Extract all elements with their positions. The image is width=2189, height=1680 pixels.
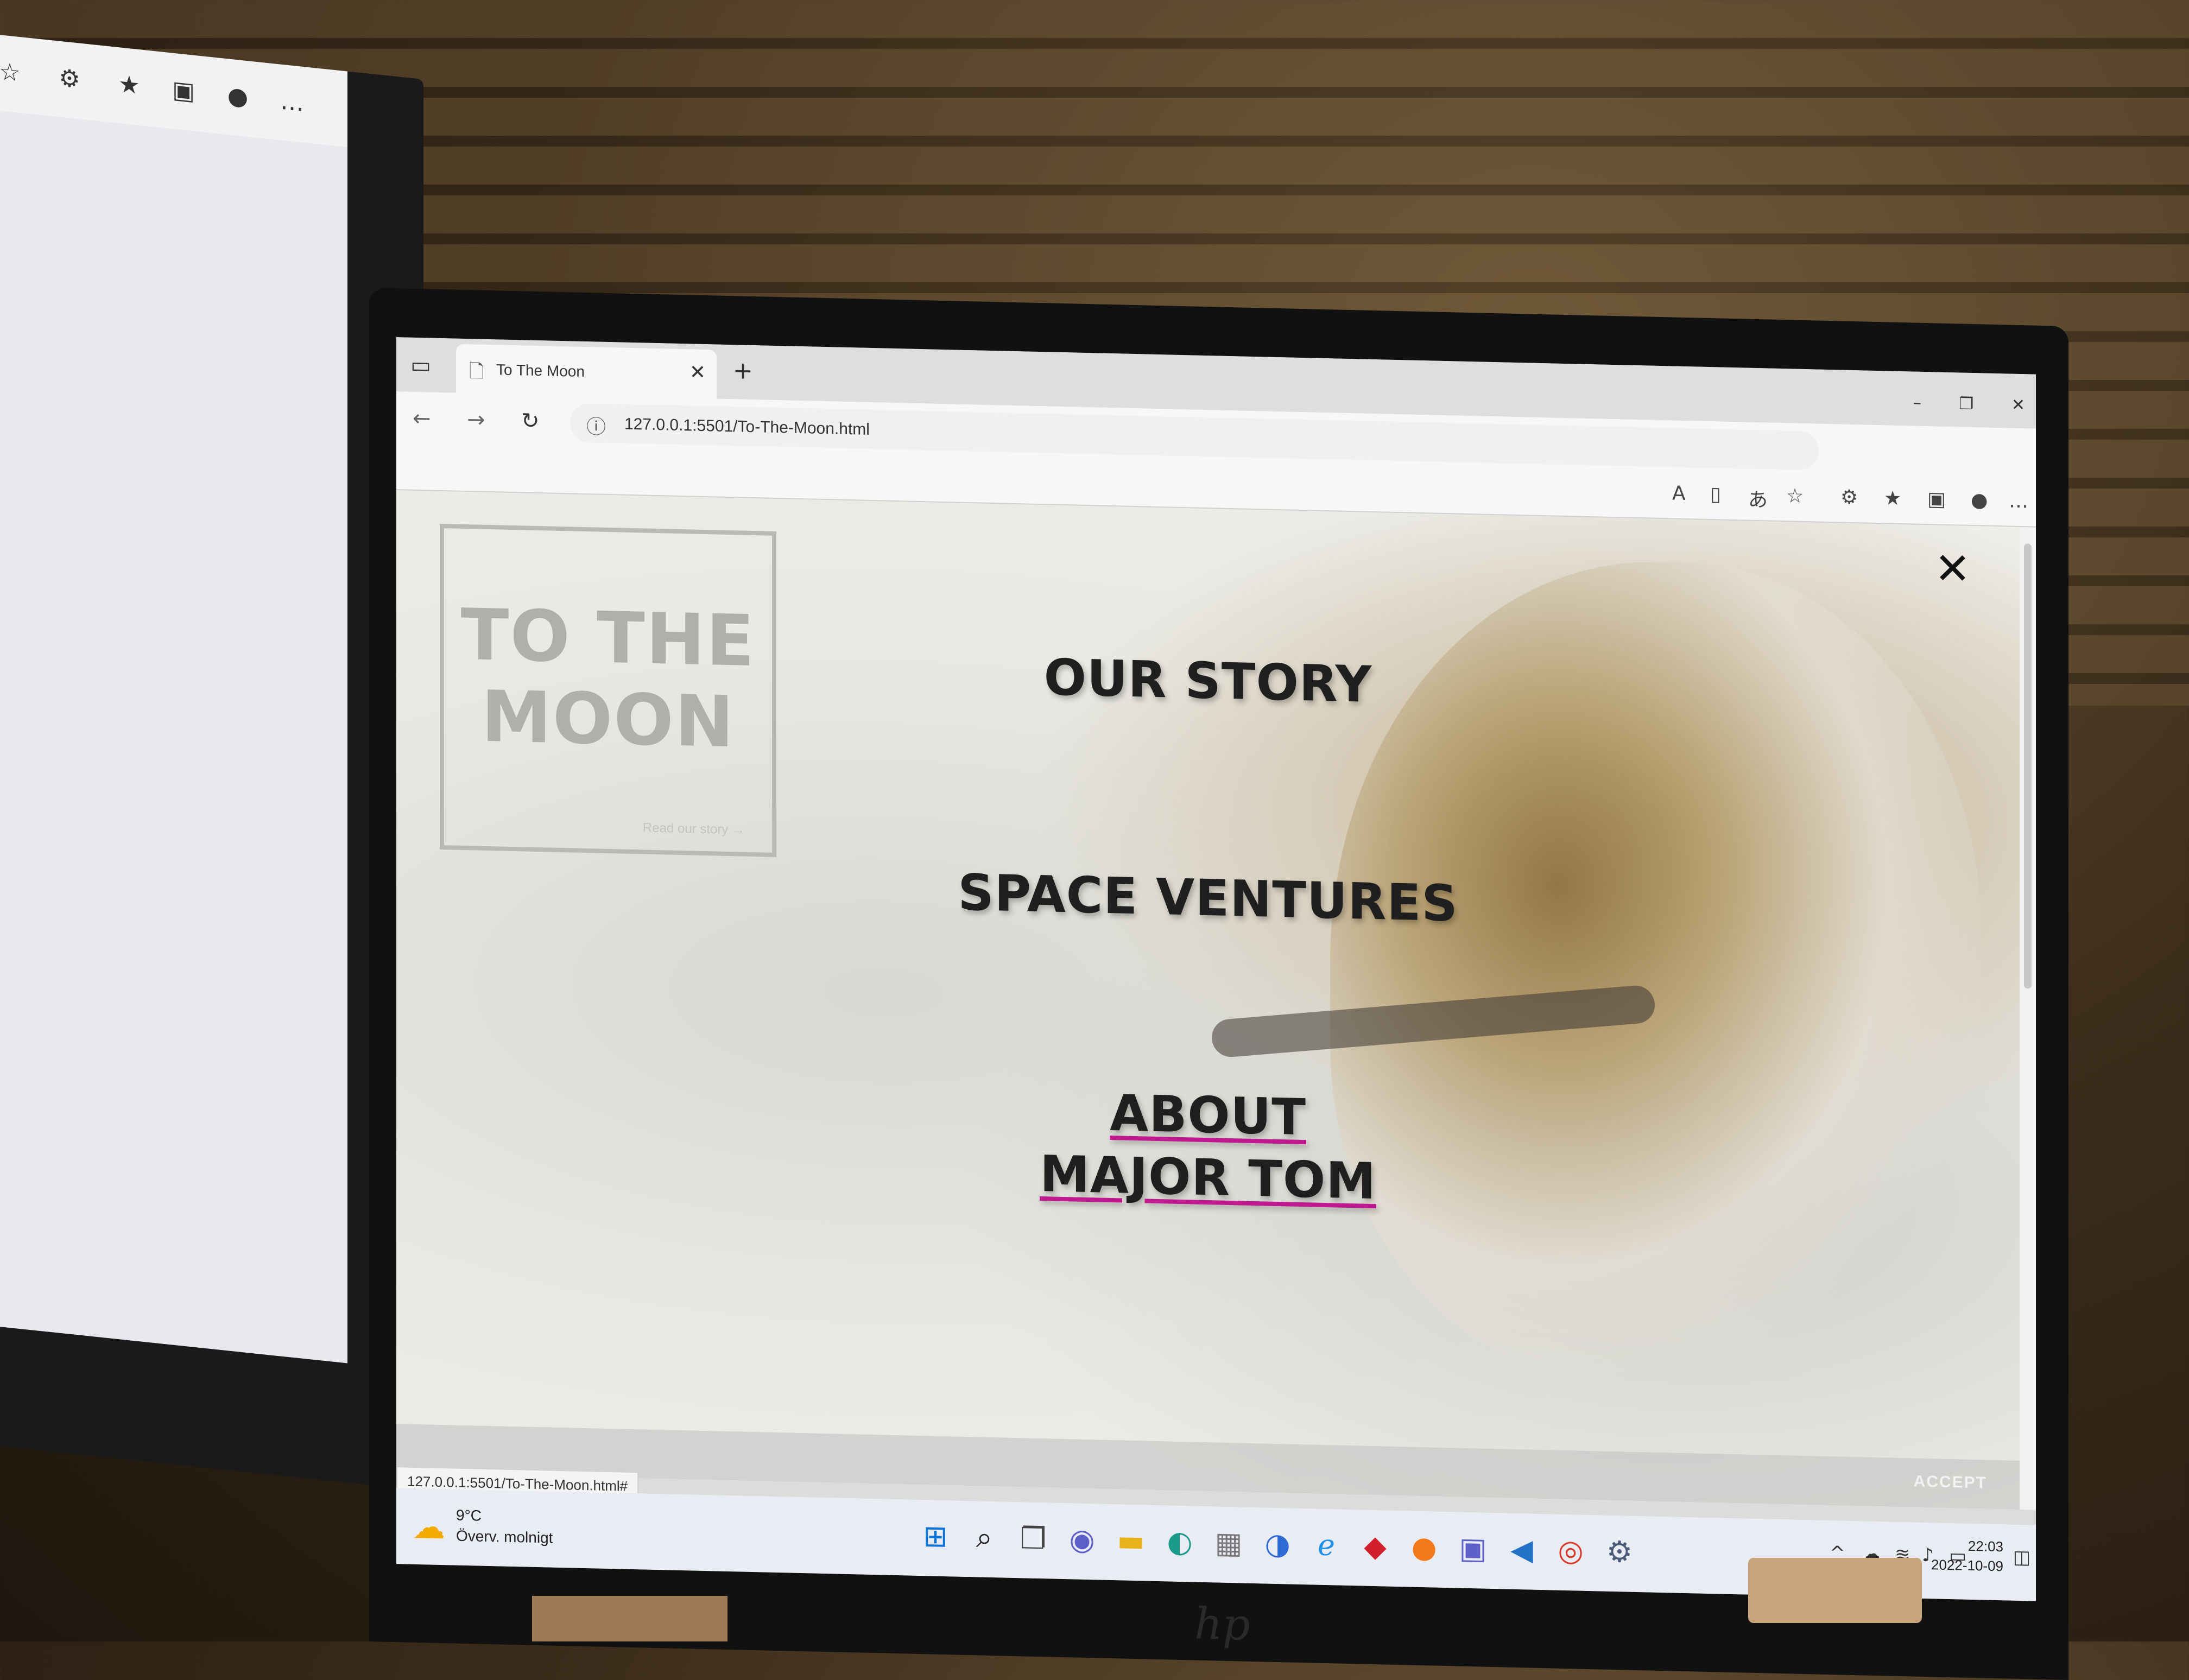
tab-actions-icon[interactable]: ▭ xyxy=(407,352,434,379)
more-icon[interactable]: … xyxy=(2009,490,2028,513)
new-tab-icon[interactable]: + xyxy=(733,357,753,385)
read-aloud-icon[interactable]: A xyxy=(1672,482,1686,505)
secondary-monitor: ☆ ⚙ ★ ▣ ● … xyxy=(0,33,423,1491)
edge-icon[interactable]: ◐ xyxy=(1162,1524,1198,1560)
restore-icon[interactable]: ❐ xyxy=(1959,394,1973,414)
page-viewport: TO THE MOON Read our story → ✕ OUR STORY… xyxy=(396,490,2020,1510)
menu-label-line-2[interactable]: MAJOR TOM xyxy=(1040,1143,1376,1213)
search-icon[interactable]: ⌕ xyxy=(966,1519,1002,1556)
back-icon[interactable]: ← xyxy=(413,406,431,432)
close-window-icon[interactable]: ✕ xyxy=(2011,396,2025,415)
weather-temp: 9°C xyxy=(456,1506,482,1524)
info-icon[interactable]: ⓘ xyxy=(586,411,606,440)
teams-chat-icon[interactable]: ◉ xyxy=(1064,1521,1100,1558)
file-explorer-icon[interactable]: ▬ xyxy=(1113,1523,1149,1559)
menu-label-line-1[interactable]: ABOUT xyxy=(1110,1082,1306,1149)
internet-explorer-icon[interactable]: ℯ xyxy=(1308,1527,1344,1563)
collections-icon[interactable]: ▣ xyxy=(168,74,199,108)
partly-cloudy-icon: ☁ xyxy=(413,1507,445,1547)
hp-logo: hp xyxy=(1194,1598,1250,1650)
profile-icon[interactable]: ● xyxy=(1971,489,1988,512)
favorites-icon[interactable]: ★ xyxy=(114,68,144,102)
vscode-icon[interactable]: ◀ xyxy=(1504,1531,1540,1568)
mcafee-icon[interactable]: ◆ xyxy=(1357,1528,1393,1564)
close-tab-icon[interactable]: ✕ xyxy=(689,361,706,384)
window-controls: – ❐ ✕ xyxy=(1881,392,2025,415)
close-menu-icon[interactable]: ✕ xyxy=(1934,543,1971,594)
extensions-icon[interactable]: ⚙ xyxy=(54,62,85,96)
collections-icon[interactable]: ▣ xyxy=(1927,488,1946,511)
clock-time[interactable]: 22:03 xyxy=(1968,1538,2003,1555)
add-favorite-icon[interactable]: ☆ xyxy=(1786,485,1804,508)
firefox-icon[interactable]: ● xyxy=(1406,1529,1442,1565)
desk-object xyxy=(1748,1558,1922,1623)
left-browser-page xyxy=(0,109,347,1364)
profile-icon[interactable]: ● xyxy=(223,80,253,113)
refresh-icon[interactable]: ↻ xyxy=(521,408,540,434)
immersive-reader-icon[interactable]: ▯ xyxy=(1710,483,1721,505)
favorite-star-icon[interactable]: ☆ xyxy=(0,56,25,90)
weather-desc: Överv. molnigt xyxy=(456,1527,553,1546)
laptop-screen: ▭ 🗋 To The Moon ✕ + ← → ↻ ⓘ 127.0.0.1:55… xyxy=(396,337,2036,1601)
scroll-thumb[interactable] xyxy=(2024,543,2032,989)
edge-dev-icon[interactable]: ◑ xyxy=(1260,1526,1295,1562)
extensions-icon[interactable]: ⚙ xyxy=(1840,486,1858,509)
tab-active[interactable]: 🗋 To The Moon ✕ xyxy=(456,344,717,399)
favorites-icon[interactable]: ★ xyxy=(1884,487,1901,510)
menu-label[interactable]: SPACE VENTURES xyxy=(958,864,1458,933)
clock-date[interactable]: 2022-10-09 xyxy=(1931,1556,2003,1575)
settings-icon[interactable]: ⚙ xyxy=(1602,1534,1637,1570)
scrollbar[interactable] xyxy=(2020,527,2036,1510)
laptop: ▭ 🗋 To The Moon ✕ + ← → ↻ ⓘ 127.0.0.1:55… xyxy=(369,288,2068,1680)
minimize-icon[interactable]: – xyxy=(1913,394,1921,413)
translate-icon[interactable]: あ xyxy=(1748,484,1768,513)
url-text[interactable]: 127.0.0.1:5501/To-The-Moon.html xyxy=(624,415,870,439)
forward-icon[interactable]: → xyxy=(467,407,485,433)
windows-start-icon[interactable]: ⊞ xyxy=(918,1518,953,1555)
more-icon[interactable]: … xyxy=(277,86,307,119)
read-story-link[interactable]: Read our story → xyxy=(643,820,745,838)
chrome-icon[interactable]: ◎ xyxy=(1553,1532,1589,1569)
task-view-icon[interactable]: ❐ xyxy=(1015,1520,1051,1557)
store-icon[interactable]: ▦ xyxy=(1211,1525,1247,1561)
tab-title: To The Moon xyxy=(496,361,585,381)
teams-icon[interactable]: ▣ xyxy=(1455,1530,1491,1567)
desk-object xyxy=(532,1596,727,1641)
page-icon: 🗋 xyxy=(469,360,484,383)
accept-button[interactable]: ACCEPT xyxy=(1914,1473,1987,1493)
notification-icon[interactable]: ◫ xyxy=(2013,1546,2030,1569)
menu-label[interactable]: OUR STORY xyxy=(1044,648,1372,714)
